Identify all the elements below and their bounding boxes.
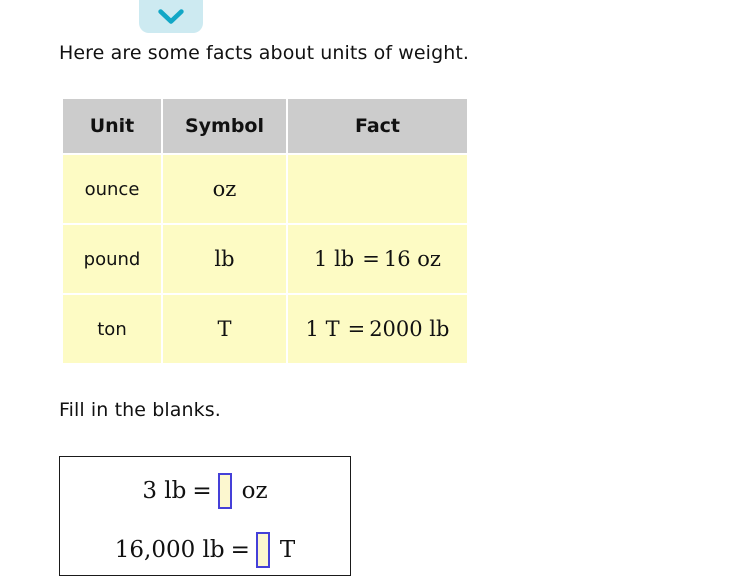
answer-2-lead: 16,000 lb	[114, 537, 225, 563]
cell-fact-ounce	[288, 155, 467, 223]
answer-entry-box: 3 lb = oz 16,000 lb = T	[59, 456, 351, 576]
answer-input-ounces[interactable]	[217, 473, 232, 509]
intro-text: Here are some facts about units of weigh…	[59, 42, 470, 64]
table-row: ton T 1 T = 2000 lb	[63, 295, 467, 363]
answer-1-lead: 3 lb	[142, 478, 187, 504]
fact-left: 1 lb	[314, 247, 355, 271]
fill-in-the-blanks-prompt: Fill in the blanks.	[59, 399, 221, 421]
answer-1-unit: oz	[241, 478, 268, 504]
table-row: pound lb 1 lb = 16 oz	[63, 225, 467, 293]
answer-input-tons[interactable]	[255, 532, 270, 568]
collapse-toggle-button[interactable]	[139, 0, 203, 33]
cell-symbol-pound: lb	[163, 225, 286, 293]
chevron-down-icon	[158, 9, 184, 33]
cell-fact-pound: 1 lb = 16 oz	[288, 225, 467, 293]
answer-1-equals: =	[192, 478, 212, 504]
fact-right: 16 oz	[383, 247, 441, 271]
cell-symbol-ton: T	[163, 295, 286, 363]
answer-2-equals: =	[230, 537, 250, 563]
answer-2-unit: T	[279, 537, 296, 563]
answer-row-2: 16,000 lb = T	[60, 520, 350, 580]
answer-row-1: 3 lb = oz	[60, 461, 350, 521]
column-header-fact: Fact	[288, 99, 467, 153]
fact-equals: =	[347, 317, 366, 341]
units-of-weight-table: Unit Symbol Fact ounce oz pound lb 1 lb =…	[61, 97, 469, 365]
cell-unit-pound: pound	[63, 225, 161, 293]
cell-fact-ton: 1 T = 2000 lb	[288, 295, 467, 363]
fact-right: 2000 lb	[369, 317, 450, 341]
table-row: ounce oz	[63, 155, 467, 223]
column-header-symbol: Symbol	[163, 99, 286, 153]
fact-left: 1 T	[305, 317, 340, 341]
cell-symbol-ounce: oz	[163, 155, 286, 223]
fact-equals: =	[362, 247, 380, 271]
cell-unit-ounce: ounce	[63, 155, 161, 223]
column-header-unit: Unit	[63, 99, 161, 153]
cell-unit-ton: ton	[63, 295, 161, 363]
table-header-row: Unit Symbol Fact	[63, 99, 467, 153]
